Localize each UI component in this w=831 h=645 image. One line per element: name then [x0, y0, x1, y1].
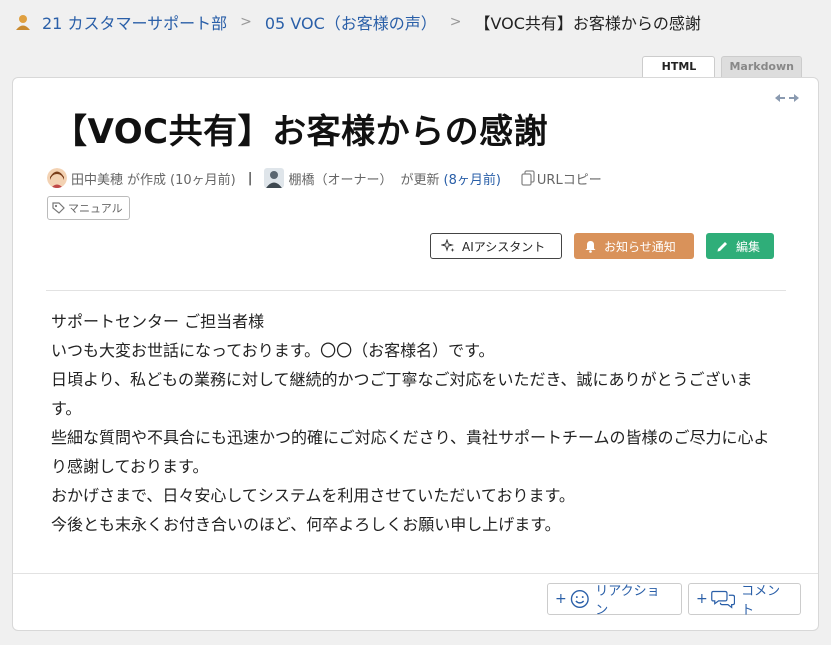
page-card: 【VOC共有】お客様からの感謝 田中美穂 が作成 (10ヶ月前) | 棚橋（オー… [12, 77, 819, 631]
created-label: が作成 [127, 172, 167, 188]
comment-icon [710, 590, 735, 609]
tab-html[interactable]: HTML [642, 56, 716, 77]
reaction-button[interactable]: + リアクション [547, 583, 682, 618]
footer-divider [13, 573, 818, 574]
chevron-right-icon: > [449, 14, 462, 30]
comment-label: コメント [741, 584, 781, 618]
page-title: 【VOC共有】お客様からの感謝 [53, 112, 549, 152]
view-tabs: HTML Markdown [642, 56, 802, 77]
page-meta: 田中美穂 が作成 (10ヶ月前) | 棚橋（オーナー） が更新 (8ヶ月前) U… [47, 166, 602, 190]
body-paragraph: 日頃より、私どもの業務に対して継続的かつご丁寧なご対応をいただき、誠にありがとう… [51, 370, 753, 418]
tab-markdown[interactable]: Markdown [721, 56, 802, 77]
updated-label: が更新 [400, 172, 440, 188]
updated-time[interactable]: (8ヶ月前) [444, 169, 501, 188]
reaction-label: リアクション [595, 584, 660, 618]
body-paragraph: いつも大変お世話になっております。〇〇（お客様名）です。 [51, 341, 495, 360]
edit-button[interactable]: 編集 [706, 233, 774, 259]
copy-url-link[interactable]: URLコピー [537, 169, 602, 188]
plus-icon: + [696, 591, 708, 607]
ai-assistant-button[interactable]: AIアシスタント [430, 233, 562, 259]
body-paragraph: 今後とも末永くお付き合いのほど、何卒よろしくお願い申し上げます。 [51, 515, 561, 534]
body-paragraph: おかげさまで、日々安心してシステムを利用させていただいております。 [51, 486, 575, 505]
breadcrumb: 21 カスタマーサポート部 > 05 VOC（お客様の声） > 【VOC共有】お… [14, 9, 701, 35]
ai-assistant-label: AIアシスタント [462, 239, 546, 254]
content-divider [46, 290, 786, 291]
bell-icon [585, 240, 596, 253]
breadcrumb-item-voc[interactable]: 05 VOC（お客様の声） [265, 10, 437, 34]
comment-button[interactable]: + コメント [688, 583, 801, 618]
reaction-bar: + リアクション + コメント [547, 583, 801, 618]
notify-label: お知らせ通知 [604, 239, 676, 254]
notify-button[interactable]: お知らせ通知 [574, 233, 694, 259]
updater-name[interactable]: 棚橋（オーナー） [288, 169, 392, 188]
page-actions: AIアシスタント お知らせ通知 編集 [430, 233, 774, 259]
plus-icon: + [555, 591, 567, 607]
meta-separator: | [247, 170, 253, 186]
copy-icon[interactable] [521, 170, 535, 186]
tag-badge[interactable]: マニュアル [47, 196, 130, 220]
team-icon [16, 15, 30, 30]
smile-icon [570, 590, 589, 608]
avatar [47, 168, 67, 188]
body-paragraph: サポートセンター ご担当者様 [51, 312, 265, 331]
chevron-right-icon: > [240, 14, 252, 30]
tag-label: マニュアル [68, 202, 123, 215]
page-body: サポートセンター ご担当者様 いつも大変お世話になっております。〇〇（お客様名）… [51, 307, 781, 539]
created-time: (10ヶ月前) [170, 172, 236, 188]
avatar [264, 168, 285, 188]
edit-label: 編集 [736, 239, 761, 254]
breadcrumb-current: 【VOC共有】お客様からの感謝 [474, 14, 701, 33]
author-name[interactable]: 田中美穂 [71, 169, 123, 188]
body-paragraph: 些細な質問や不具合にも迅速かつ的確にご対応くださり、貴社サポートチームの皆様のご… [51, 428, 770, 476]
pencil-icon [717, 241, 727, 251]
breadcrumb-item-department[interactable]: 21 カスタマーサポート部 [42, 10, 227, 34]
expand-width-icon[interactable] [774, 92, 800, 104]
tag-icon [52, 201, 65, 214]
sparkle-icon [441, 239, 455, 252]
